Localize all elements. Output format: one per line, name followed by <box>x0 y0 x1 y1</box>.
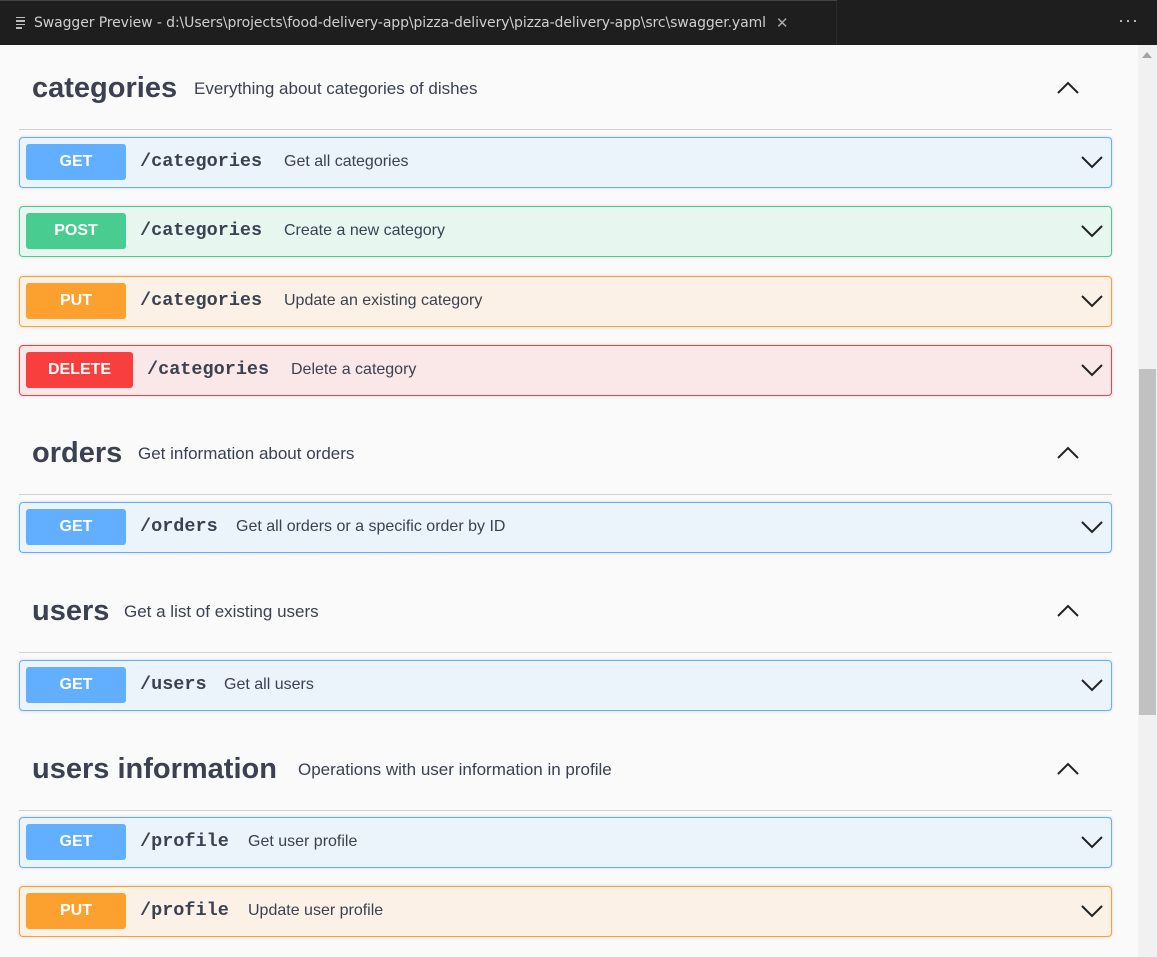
chevron-down-icon[interactable] <box>1080 834 1104 850</box>
tag-header-users[interactable]: users Get a list of existing users <box>19 569 1112 653</box>
operation-summary: Update an existing category <box>284 292 483 309</box>
method-badge: DELETE <box>26 352 133 388</box>
operation-put-categories[interactable]: PUT /categories Update an existing categ… <box>19 276 1112 327</box>
operation-summary: Get user profile <box>248 833 358 850</box>
method-badge: GET <box>26 144 126 180</box>
tag-name: users <box>32 595 110 627</box>
tag-section-users-information: users information Operations with user i… <box>19 727 1112 811</box>
chevron-up-icon[interactable] <box>1056 604 1080 618</box>
chevron-down-icon[interactable] <box>1080 677 1104 693</box>
operation-get-categories[interactable]: GET /categories Get all categories <box>19 137 1112 188</box>
close-icon[interactable]: ✕ <box>776 14 789 32</box>
tag-name: categories <box>32 72 178 104</box>
tab-title: Swagger Preview - d:\Users\projects\food… <box>34 14 766 31</box>
editor-tab-bar: Swagger Preview - d:\Users\projects\food… <box>0 0 1157 45</box>
operation-path: /categories <box>140 220 263 241</box>
chevron-up-icon[interactable] <box>1056 446 1080 460</box>
operation-path: /profile <box>140 900 229 921</box>
tag-section-orders: orders Get information about orders <box>19 411 1112 495</box>
operation-delete-categories[interactable]: DELETE /categories Delete a category <box>19 345 1112 396</box>
operation-summary: Get all categories <box>284 153 409 170</box>
operation-summary: Delete a category <box>291 361 417 378</box>
chevron-down-icon[interactable] <box>1080 362 1104 378</box>
tag-name: orders <box>32 437 123 469</box>
method-badge: POST <box>26 213 126 249</box>
chevron-down-icon[interactable] <box>1080 223 1104 239</box>
operation-path: /profile <box>140 831 229 852</box>
operation-path: /categories <box>140 151 263 172</box>
method-badge: GET <box>26 509 126 545</box>
tag-name: users information <box>32 753 277 785</box>
tag-description: Everything about categories of dishes <box>194 79 478 98</box>
tag-description: Get information about orders <box>138 444 355 463</box>
chevron-down-icon[interactable] <box>1080 154 1104 170</box>
method-badge: GET <box>26 667 126 703</box>
operation-get-profile[interactable]: GET /profile Get user profile <box>19 817 1112 868</box>
operation-path: /categories <box>140 290 263 311</box>
tag-section-users: users Get a list of existing users <box>19 569 1112 653</box>
chevron-up-icon[interactable] <box>1056 81 1080 95</box>
chevron-up-icon[interactable] <box>1056 762 1080 776</box>
tag-description: Operations with user information in prof… <box>298 760 612 779</box>
operation-put-profile[interactable]: PUT /profile Update user profile <box>19 886 1112 937</box>
operation-summary: Create a new category <box>284 222 445 239</box>
scrollbar-thumb[interactable] <box>1139 369 1156 715</box>
operation-get-users[interactable]: GET /users Get all users <box>19 660 1112 711</box>
chevron-down-icon[interactable] <box>1080 293 1104 309</box>
operation-get-orders[interactable]: GET /orders Get all orders or a specific… <box>19 502 1112 553</box>
swagger-preview-tab[interactable]: Swagger Preview - d:\Users\projects\food… <box>0 0 837 45</box>
tag-header-orders[interactable]: orders Get information about orders <box>19 411 1112 495</box>
method-badge: PUT <box>26 283 126 319</box>
tag-section-categories: categories Everything about categories o… <box>19 46 1112 130</box>
operation-summary: Get all orders or a specific order by ID <box>236 518 506 535</box>
method-badge: GET <box>26 824 126 860</box>
operation-path: /users <box>140 674 207 695</box>
operation-summary: Update user profile <box>248 902 384 919</box>
operation-summary: Get all users <box>224 676 314 693</box>
tag-description: Get a list of existing users <box>124 602 319 621</box>
operation-post-categories[interactable]: POST /categories Create a new category <box>19 206 1112 257</box>
preview-icon <box>16 16 28 29</box>
operation-path: /orders <box>140 516 218 537</box>
more-actions-icon[interactable]: ··· <box>1118 10 1139 31</box>
tag-header-categories[interactable]: categories Everything about categories o… <box>19 46 1112 130</box>
tag-header-users-information[interactable]: users information Operations with user i… <box>19 727 1112 811</box>
chevron-down-icon[interactable] <box>1080 519 1104 535</box>
operation-path: /categories <box>147 359 270 380</box>
tab-active-indicator <box>0 0 837 1</box>
method-badge: PUT <box>26 893 126 929</box>
chevron-down-icon[interactable] <box>1080 903 1104 919</box>
scroll-up-arrow-icon[interactable] <box>1142 52 1152 58</box>
